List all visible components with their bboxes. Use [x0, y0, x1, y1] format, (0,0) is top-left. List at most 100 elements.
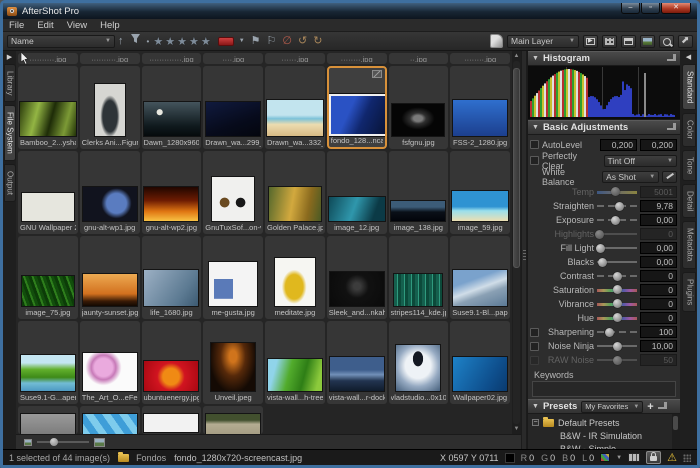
collapse-triangle-icon[interactable]: ▼: [532, 55, 539, 62]
collapse-box-icon[interactable]: −: [532, 419, 539, 426]
thumbnail-cell[interactable]: meditate.jpg: [265, 236, 325, 319]
scroll-up-icon[interactable]: ▲: [514, 52, 520, 60]
grid-scrollbar[interactable]: ▲ ▼: [512, 51, 521, 434]
thumbnail-cell[interactable]: Sleek_and...nkahn.jpg: [327, 236, 387, 319]
slider-handle[interactable]: [611, 187, 620, 196]
slider-handle[interactable]: [613, 356, 622, 365]
autolevel-low-value[interactable]: 0,200: [600, 139, 637, 151]
tab-plugins[interactable]: Plugins: [682, 272, 696, 312]
thumbnail-cell[interactable]: vista-wall...r-dock.jpg: [327, 321, 387, 404]
thumbnail-cell[interactable]: ········.jpg: [450, 53, 510, 64]
no-flag-icon[interactable]: ∅: [282, 33, 292, 50]
thumbnail-cell[interactable]: jaunty-sunset.jpg: [80, 236, 140, 319]
thumbnail-cell[interactable]: Drawn_wa...332_.jpg: [265, 66, 325, 149]
browse-view-icon[interactable]: [621, 35, 636, 48]
straighten-slider[interactable]: [597, 205, 637, 207]
collapse-triangle-icon[interactable]: ▼: [532, 403, 539, 410]
thumbnail-cell[interactable]: [142, 406, 202, 434]
slider-handle[interactable]: [605, 328, 614, 337]
temp-slider[interactable]: [597, 191, 637, 194]
thumbnail-cell[interactable]: vista-wall...h-tree.jpg: [265, 321, 325, 404]
thumbnail-cell[interactable]: image_75.jpg: [18, 236, 78, 319]
histogram-header[interactable]: ▼ Histogram: [528, 51, 680, 66]
tab-tone[interactable]: Tone: [682, 150, 696, 181]
hue-value[interactable]: 0: [640, 312, 677, 324]
contrast-slider[interactable]: [597, 275, 637, 277]
rotate-left-icon[interactable]: ↺: [298, 33, 307, 50]
fill-light-slider[interactable]: [597, 247, 637, 249]
slider-handle[interactable]: [613, 299, 622, 308]
slideshow-icon[interactable]: [583, 35, 598, 48]
resize-grip[interactable]: [683, 454, 691, 462]
thumbnail-cell[interactable]: life_1680.jpg: [142, 236, 202, 319]
star-icon[interactable]: ★: [153, 36, 163, 48]
perfectly-clear-checkbox[interactable]: [530, 156, 539, 165]
thumbnail-cell[interactable]: me-gusta.jpg: [203, 236, 263, 319]
thumbnail-cell[interactable]: Drawn_wa...299_.jpg: [203, 66, 263, 149]
vibrance-slider[interactable]: [597, 303, 637, 306]
slider-handle[interactable]: [598, 258, 607, 267]
thumbnail-cell[interactable]: ····.jpg: [203, 53, 263, 64]
menu-file[interactable]: File: [9, 20, 24, 31]
title-bar[interactable]: AfterShot Pro – ▫ ✕: [3, 3, 697, 19]
blacks-value[interactable]: 0,00: [640, 256, 677, 268]
noise-ninja-slider[interactable]: [597, 345, 637, 347]
tab-standard[interactable]: Standard: [682, 64, 696, 110]
warning-icon[interactable]: ⚠: [667, 452, 677, 464]
thumbnail-cell[interactable]: Golden Palace.jpg: [265, 151, 325, 234]
noise-ninja-checkbox[interactable]: [530, 342, 539, 351]
flag-icon[interactable]: ⚑: [251, 33, 261, 50]
add-preset-button[interactable]: +: [647, 401, 653, 413]
close-button[interactable]: ✕: [661, 3, 691, 14]
presets-scrollbar[interactable]: [672, 414, 680, 449]
thumbnail-cell[interactable]: Suse9.1-Bl...papers.jpg: [450, 236, 510, 319]
thumbnail-cell[interactable]: Unveil.jpeg: [203, 321, 263, 404]
exposure-value[interactable]: 0,00: [640, 214, 677, 226]
saturation-value[interactable]: 0: [640, 284, 677, 296]
thumbnail-cell[interactable]: gnu-alt-wp2.jpg: [142, 151, 202, 234]
contact-sheet-icon[interactable]: [628, 453, 640, 462]
thumbnail-cell[interactable]: FSS-2_1280.jpg: [450, 66, 510, 149]
menu-edit[interactable]: Edit: [37, 20, 53, 31]
thumbnail-cell[interactable]: [203, 406, 263, 434]
contrast-value[interactable]: 0: [640, 270, 677, 282]
large-thumbnail-icon[interactable]: [94, 438, 105, 447]
color-management-icon[interactable]: [600, 453, 610, 462]
thumbnail-cell[interactable]: ··········.jpg: [80, 53, 140, 64]
thumbnail-cell[interactable]: Clerks Ani...Figure.jpg: [80, 66, 140, 149]
keywords-input[interactable]: [532, 381, 676, 397]
slider-handle[interactable]: [613, 313, 622, 322]
thumbnail-cell[interactable]: [80, 406, 140, 434]
saturation-slider[interactable]: [597, 289, 637, 292]
thumbnail-cell[interactable]: Wallpaper02.jpg: [450, 321, 510, 404]
presets-header[interactable]: ▼ Presets My Favorites ▼ +: [528, 399, 680, 414]
thumbnail-cell[interactable]: ··.jpg: [389, 53, 449, 64]
white-balance-select[interactable]: As Shot ▼: [602, 171, 659, 183]
slider-handle[interactable]: [613, 285, 622, 294]
thumbnail-cell[interactable]: Bamboo_2...ysha.jpg: [18, 66, 78, 149]
thumbnail-cell[interactable]: ········.jpg: [327, 53, 387, 64]
thumbnail-cell[interactable]: stripes114_kde.jpg: [389, 236, 449, 319]
thumbnail-grid-view-icon[interactable]: [602, 35, 617, 48]
thumbnail-cell-selected[interactable]: fondo_128...ncast.jpg: [327, 66, 387, 149]
magnifier-icon[interactable]: [659, 35, 674, 48]
sort-field-select[interactable]: Name ▼: [7, 35, 115, 48]
star-icon[interactable]: ★: [177, 36, 187, 48]
tab-metadata[interactable]: Metadata: [682, 221, 696, 268]
thumbnail-cell[interactable]: GnuTuxSof...on-v1.jpg: [203, 151, 263, 234]
thumbnail-cell[interactable]: gnu-alt-wp1.jpg: [80, 151, 140, 234]
sharpening-checkbox[interactable]: [530, 328, 539, 337]
thumbnail-cell[interactable]: Dawn_1280x960.jpg: [142, 66, 202, 149]
maximize-button[interactable]: ▫: [641, 3, 660, 14]
basic-adjustments-header[interactable]: ▼ Basic Adjustments: [528, 120, 680, 135]
color-label-dropdown-icon[interactable]: ▼: [239, 33, 245, 50]
sharpening-value[interactable]: 100: [640, 326, 677, 338]
slider-handle[interactable]: [596, 244, 605, 253]
size-slider-handle[interactable]: [50, 438, 58, 446]
lock-icon[interactable]: [646, 451, 661, 464]
star-icon[interactable]: ★: [201, 36, 211, 48]
menu-help[interactable]: Help: [100, 20, 120, 31]
exposure-slider[interactable]: [597, 219, 637, 221]
layer-select[interactable]: Main Layer ▼: [507, 35, 579, 48]
thumbnail-cell[interactable]: The_Art_O...eFear.jpg: [80, 321, 140, 404]
